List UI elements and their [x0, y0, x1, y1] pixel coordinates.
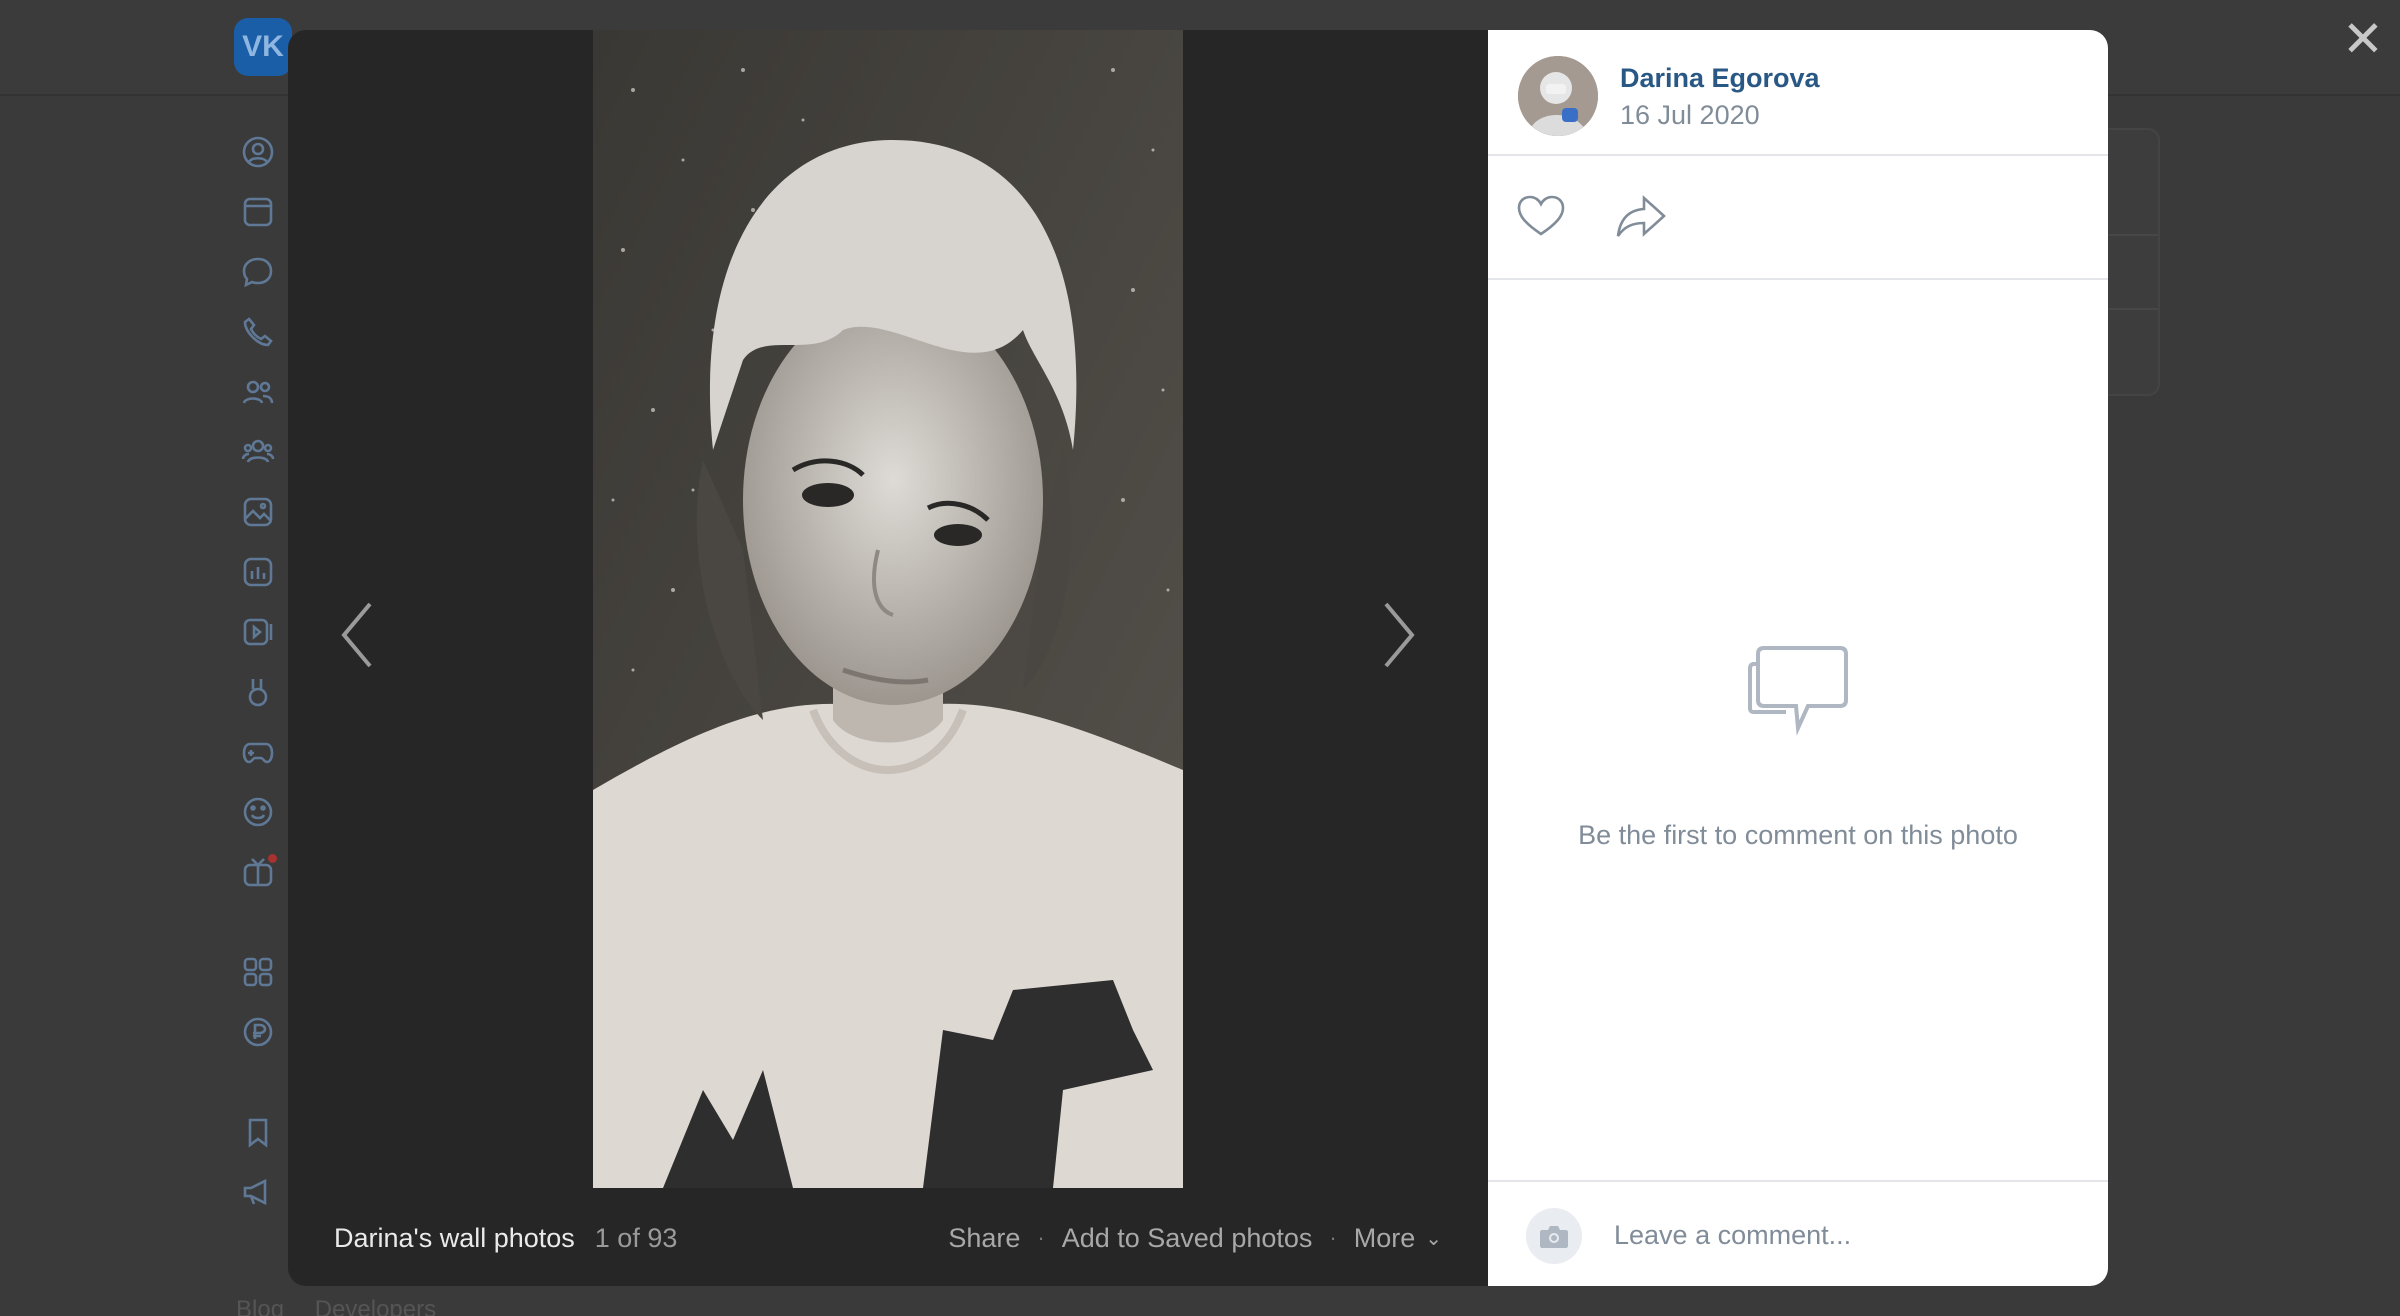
footer-link-blog[interactable]: Blog [236, 1296, 284, 1316]
avatar[interactable] [1518, 56, 1598, 136]
photo-date[interactable]: 16 Jul 2020 [1620, 100, 1760, 131]
album-title[interactable]: Darina's wall photos [334, 1223, 575, 1254]
close-icon[interactable]: ✕ [2340, 14, 2386, 64]
communities-icon[interactable] [236, 430, 280, 474]
comments-empty-icon [1746, 642, 1850, 738]
bookmarks-icon[interactable] [236, 1110, 280, 1154]
photo-viewer: Darina's wall photos 1 of 93 Share · Add… [288, 30, 2108, 1286]
attach-photo-button[interactable] [1526, 1208, 1582, 1264]
ads-icon[interactable] [236, 1170, 280, 1214]
footer-link-developers[interactable]: Developers [315, 1296, 436, 1316]
previous-photo-button[interactable] [328, 570, 388, 700]
photos-icon[interactable] [236, 490, 280, 534]
photo-image [593, 30, 1183, 1188]
footer-links: Blog Developers [236, 1296, 460, 1316]
photo[interactable] [593, 30, 1183, 1188]
comment-composer [1488, 1180, 2108, 1286]
comment-input[interactable] [1614, 1206, 2074, 1264]
news-icon[interactable] [236, 190, 280, 234]
vk-logo[interactable]: VK [234, 18, 292, 76]
author-block: Darina Egorova 16 Jul 2020 [1488, 30, 2108, 156]
more-button[interactable]: More ⌄ [1354, 1223, 1442, 1254]
video-icon[interactable] [236, 610, 280, 654]
separator-dot: · [1037, 1225, 1045, 1250]
camera-icon [1540, 1226, 1568, 1248]
clips-icon[interactable] [236, 670, 280, 714]
more-label: More [1353, 1222, 1416, 1253]
games-icon[interactable] [236, 730, 280, 774]
chevron-right-icon [1384, 602, 1415, 668]
gifts-icon[interactable] [236, 850, 280, 894]
separator-dot: · [1329, 1225, 1337, 1250]
stickers-icon[interactable] [236, 790, 280, 834]
heart-icon [1517, 195, 1565, 236]
photo-counter: 1 of 93 [594, 1222, 678, 1253]
like-button[interactable] [1514, 190, 1568, 244]
photo-info-pane: Darina Egorova 16 Jul 2020 Be the first … [1488, 30, 2108, 1286]
calls-icon[interactable] [236, 310, 280, 354]
music-icon[interactable] [236, 550, 280, 594]
share-button[interactable]: Share [948, 1223, 1020, 1254]
empty-comments-text: Be the first to comment on this photo [1578, 820, 2018, 850]
share-post-button[interactable] [1614, 190, 1668, 244]
chevron-left-icon [341, 602, 372, 668]
vk-pay-icon[interactable] [236, 1010, 280, 1054]
friends-icon[interactable] [236, 370, 280, 414]
messenger-icon[interactable] [236, 250, 280, 294]
share-arrow-icon [1616, 195, 1666, 237]
profile-icon[interactable] [236, 130, 280, 174]
photo-pane: Darina's wall photos 1 of 93 Share · Add… [288, 30, 1488, 1286]
add-to-saved-button[interactable]: Add to Saved photos [1062, 1223, 1313, 1254]
chevron-down-icon: ⌄ [1425, 1227, 1442, 1250]
services-icon[interactable] [236, 950, 280, 994]
photo-actions: Share · Add to Saved photos · More ⌄ [948, 1223, 1442, 1254]
photo-bottom-bar: Darina's wall photos 1 of 93 Share · Add… [288, 1190, 1488, 1286]
next-photo-button[interactable] [1368, 570, 1428, 700]
author-name[interactable]: Darina Egorova [1620, 63, 1820, 94]
reactions-bar [1488, 156, 2108, 280]
